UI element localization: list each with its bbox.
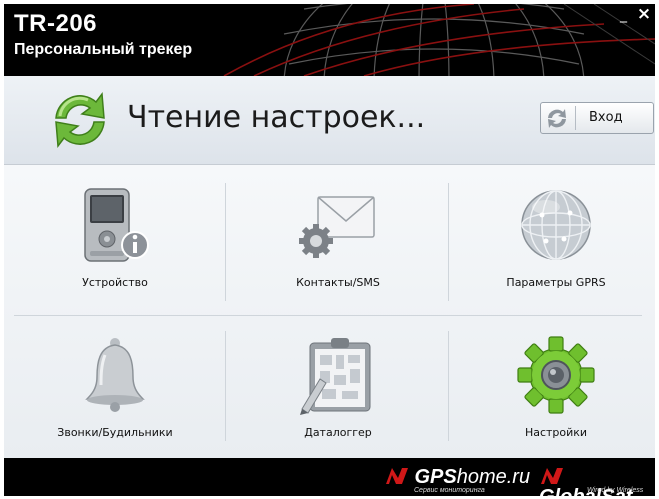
- globalsat-logo: GlobalSat Wired by Wireless: [539, 466, 655, 496]
- grid-divider: [448, 183, 449, 301]
- gpshome-tagline: Сервис мониторинга: [414, 487, 485, 494]
- gpshome-text-b: home.ru: [456, 466, 531, 488]
- login-button-divider: [575, 106, 576, 130]
- tile-contacts-sms[interactable]: Контакты/SMS: [233, 165, 443, 310]
- tile-calls-alarms[interactable]: Звонки/Будильники: [10, 315, 220, 460]
- gpshome-text-a: GPS: [414, 466, 457, 488]
- globe-background-graphic: [223, 4, 655, 76]
- tile-label: Даталоггер: [304, 426, 372, 439]
- login-sync-icon: [548, 109, 566, 128]
- globalsat-tagline: Wired by Wireless: [587, 487, 644, 494]
- envelope-gear-icon: [299, 196, 375, 258]
- tile-label: Устройство: [82, 276, 148, 289]
- status-panel: Чтение настроек... Вход: [4, 76, 655, 165]
- footer-bar: GPShome.ru Сервис мониторинга GlobalSat …: [4, 458, 655, 496]
- title-bar: TR-206 Персональный трекер _ ×: [4, 4, 655, 76]
- status-message: Чтение настроек...: [127, 100, 426, 135]
- tile-label: Звонки/Будильники: [57, 426, 173, 439]
- device-info-icon: [84, 188, 149, 262]
- tile-device[interactable]: Устройство: [10, 165, 220, 310]
- tile-label: Настройки: [524, 426, 588, 439]
- bell-icon: [85, 338, 145, 412]
- gpshome-n-icon: [386, 468, 408, 484]
- gpshome-logo: GPShome.ru Сервис мониторинга: [384, 466, 531, 494]
- login-button-label: Вход: [589, 110, 623, 125]
- tile-datalogger[interactable]: Даталоггер: [233, 315, 443, 460]
- app-subtitle: Персональный трекер: [14, 41, 193, 58]
- close-button[interactable]: ×: [636, 6, 652, 23]
- grid-divider: [225, 183, 226, 301]
- grid-divider: [448, 331, 449, 441]
- gear-icon: [517, 336, 595, 414]
- menu-grid: Устройство Контакты/SMS Параметры GPRS З…: [4, 165, 655, 458]
- grid-divider: [225, 331, 226, 441]
- tile-label: Параметры GPRS: [506, 276, 606, 289]
- globe-icon: [521, 190, 591, 260]
- tile-label: Контакты/SMS: [296, 276, 380, 289]
- login-button[interactable]: Вход: [540, 102, 654, 134]
- tile-gprs-settings[interactable]: Параметры GPRS: [451, 165, 655, 310]
- clipboard-map-icon: [300, 338, 371, 415]
- tile-settings[interactable]: Настройки: [451, 315, 655, 460]
- globalsat-n-icon: [541, 468, 563, 484]
- app-title: TR-206: [14, 10, 98, 37]
- app-window: TR-206 Персональный трекер _ × Чтение на…: [4, 4, 655, 496]
- minimize-button[interactable]: _: [620, 8, 630, 22]
- sync-arrows-icon: [55, 91, 105, 149]
